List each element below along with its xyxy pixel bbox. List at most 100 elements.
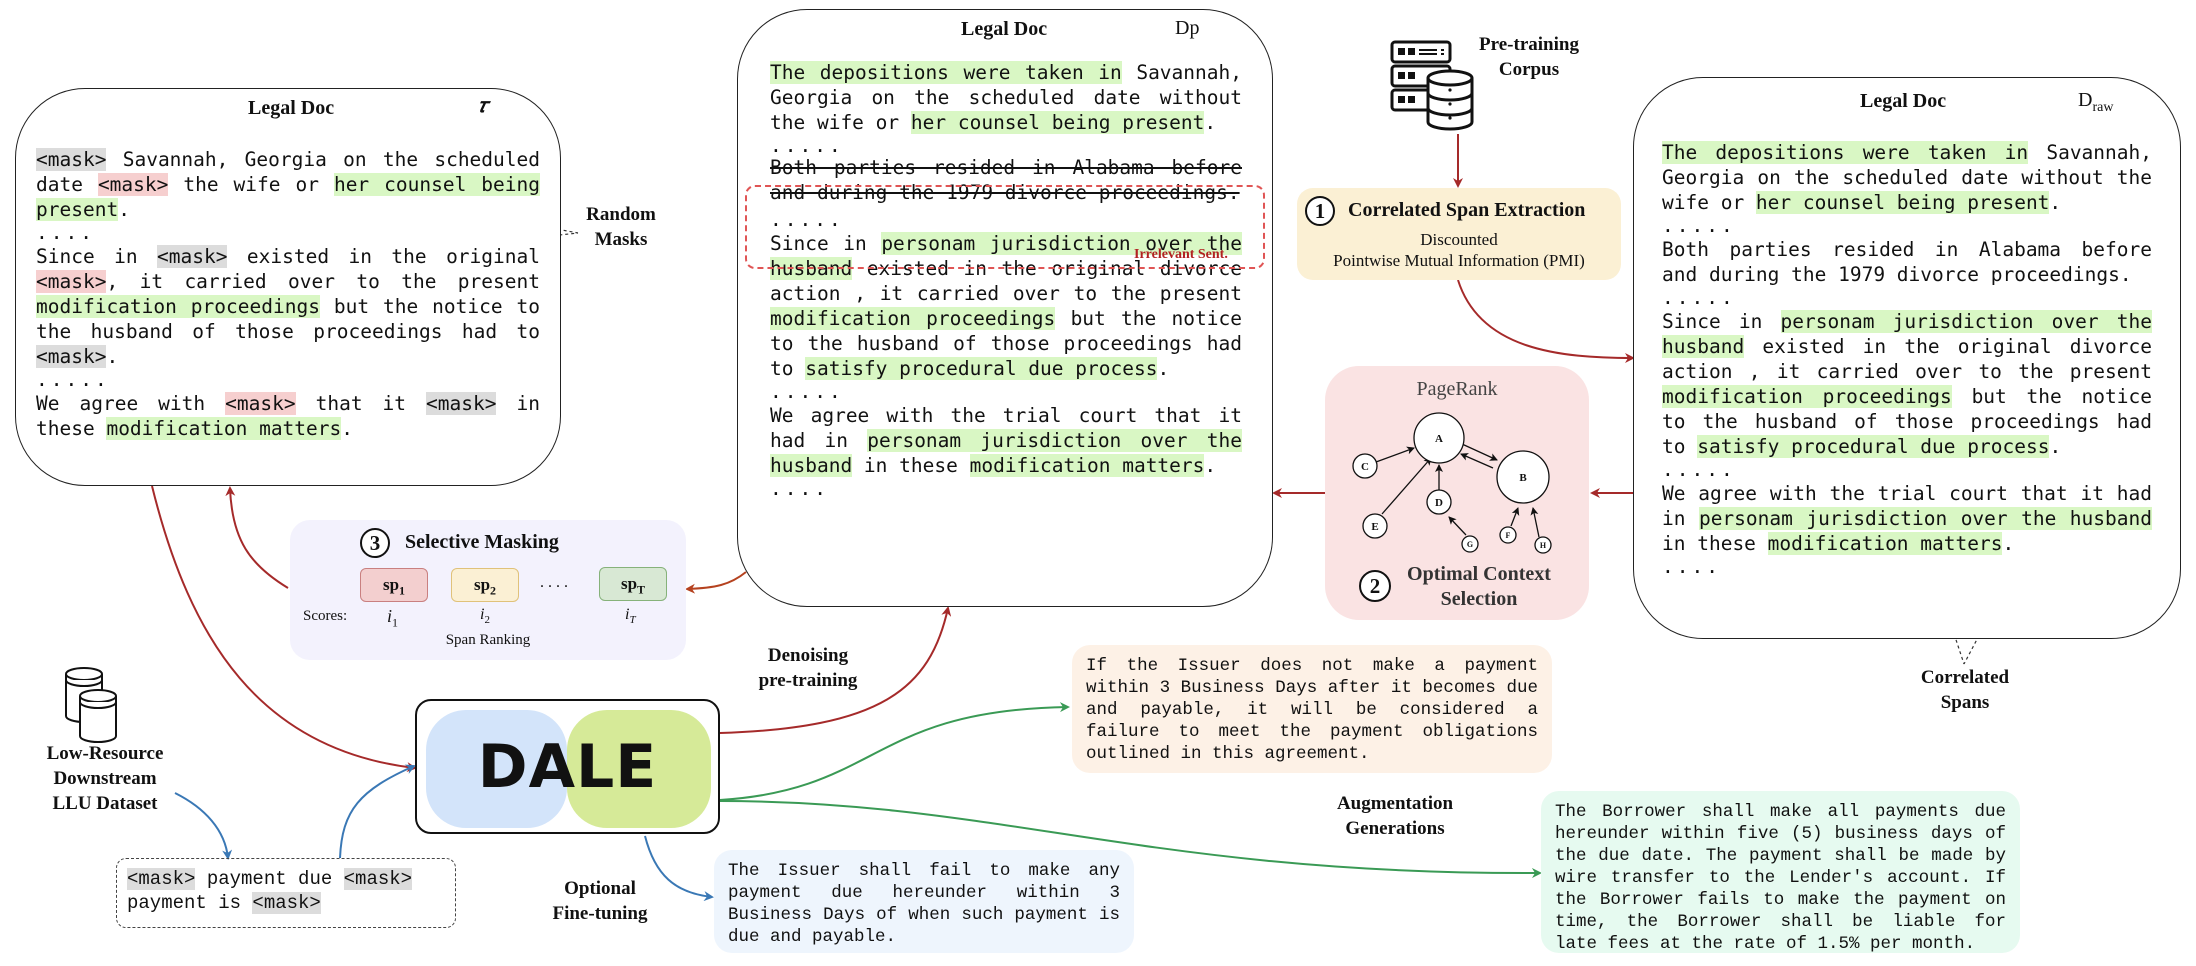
raw-doc-ellipsis: ..... — [1662, 286, 1736, 309]
pruned-doc-body: The depositions were taken in Savannah, … — [770, 60, 1242, 500]
text-run: . — [1204, 454, 1217, 477]
graph-node-label-c: C — [1361, 461, 1369, 473]
generation-box-3: The Borrower shall make all payments due… — [1541, 791, 2020, 954]
arrow-dale-to-generation-1 — [719, 702, 1070, 801]
optimal-context-selection-panel: PageRank A B C D E F G H 2 Optimal Conte… — [1325, 366, 1589, 620]
graph-edge-a-b — [1461, 443, 1498, 461]
graph-node-label-f: F — [1506, 531, 1511, 540]
graph-node-label-d: D — [1435, 497, 1443, 509]
text-run: . — [118, 198, 130, 221]
span-chip-1: sp1 — [360, 568, 428, 602]
masked-doc-title: Legal Doc — [248, 97, 335, 119]
text-run: . — [106, 345, 119, 368]
span-ranking-caption: Span Ranking — [445, 632, 531, 648]
graph-node-label-h: H — [1540, 541, 1547, 550]
text-run: existed in the original — [227, 245, 540, 268]
text-run: in these — [852, 454, 970, 477]
graph-edge-e-a — [1381, 457, 1432, 515]
masked-doc-para-2: Since in <mask> existed in the original … — [36, 244, 540, 369]
mask-token-random: <mask> — [97, 173, 169, 196]
pruned-legal-doc: Legal Doc Dp The depositions were taken … — [737, 9, 1273, 607]
graph-node-label-b: B — [1519, 472, 1527, 484]
masked-doc-para-3: We agree with <mask> that it <mask> in t… — [36, 391, 540, 441]
masked-doc-body: <mask> Savannah, Georgia on the schedule… — [36, 147, 540, 441]
raw-doc-title: Legal Doc — [1860, 90, 1947, 112]
graph-node-label-e: E — [1371, 521, 1378, 533]
mask-token: <mask> — [127, 868, 196, 890]
mask-token: <mask> — [426, 392, 497, 415]
dale-label: DALE — [477, 732, 658, 802]
raw-doc-ellipsis: ..... — [1662, 214, 1736, 237]
denoising-pretraining-label: Denoising pre-training — [758, 645, 858, 691]
highlighted-span: modification matters — [969, 454, 1205, 477]
arrow-masked-example-to-dale — [339, 764, 416, 859]
graph-edge-h-b — [1530, 507, 1540, 538]
arrow-pruned-doc-to-masking — [685, 571, 747, 594]
text-run: that it — [295, 392, 427, 415]
pagerank-title: PageRank — [1416, 378, 1498, 400]
masked-legal-doc: Legal Doc 𝜏 <mask> Savannah, Georgia on … — [15, 88, 561, 486]
text-run: . — [341, 417, 354, 440]
pruned-doc-para-3: We agree with the trial court that it ha… — [770, 403, 1242, 478]
highlighted-span: modification proceedings — [770, 307, 1056, 330]
step-2-title: Optimal Context Selection — [1407, 563, 1551, 610]
step-1-subtitle-2: Pointwise Mutual Information (PMI) — [1333, 251, 1585, 270]
correlated-span-extraction-panel: 1 Correlated Span Extraction Discounted … — [1297, 188, 1621, 280]
masked-example-text: <mask> payment due <mask> payment is <ma… — [127, 867, 445, 915]
text-run: We agree with — [36, 392, 226, 415]
augmentation-generations-label: Augmentation Generations — [1336, 793, 1454, 839]
raw-doc-para-2: Since in personam jurisdiction over the … — [1662, 309, 2152, 459]
step-3-number: 3 — [360, 528, 390, 558]
text-run: . — [2049, 435, 2062, 458]
text-run: payment due — [195, 868, 344, 890]
optional-finetuning-label: Optional Fine-tuning — [552, 878, 648, 924]
text-run: . — [2002, 532, 2015, 555]
raw-doc-ellipsis: .... — [1662, 555, 1721, 578]
text-run: payment is — [127, 892, 253, 914]
span-score-1: i1 — [387, 606, 399, 630]
highlighted-span: The depositions were taken in — [1662, 141, 2029, 164]
masked-example-box: <mask> payment due <mask> payment is <ma… — [116, 858, 456, 928]
masked-doc-symbol: 𝜏 — [478, 95, 488, 117]
text-run: Since in — [36, 245, 158, 268]
highlighted-span: satisfy procedural due process — [1697, 435, 2050, 458]
masked-doc-para-1: <mask> Savannah, Georgia on the schedule… — [36, 147, 540, 222]
pruned-doc-ellipsis: ..... — [770, 380, 844, 403]
generation-text-3: The Borrower shall make all payments due… — [1555, 802, 2006, 954]
mask-token: <mask> — [252, 892, 321, 914]
step-3-title: Selective Masking — [405, 530, 559, 553]
highlighted-span: modification matters — [1767, 532, 2003, 555]
highlighted-span: her counsel being present — [910, 111, 1205, 134]
mask-token: <mask> — [343, 868, 413, 890]
span-score-t: iT — [625, 606, 636, 627]
generation-text-1: If the Issuer does not make a payment wi… — [1086, 656, 1538, 764]
highlighted-span: modification proceedings — [1662, 385, 1952, 408]
step-1-title: Correlated Span Extraction — [1348, 198, 1586, 221]
graph-edge-c-a — [1375, 446, 1415, 463]
raw-doc-body: The depositions were taken in Savannah, … — [1662, 140, 2152, 578]
raw-doc-irrelevant-para: Both parties resided in Alabama before a… — [1662, 238, 2152, 286]
text-run: . — [1204, 111, 1217, 134]
highlighted-span: satisfy procedural due process — [805, 357, 1158, 380]
pruned-doc-symbol: Dp — [1175, 17, 1200, 39]
low-resource-dataset-label: Low-Resource Downstream LLU Dataset — [46, 743, 164, 814]
pruned-doc-title: Legal Doc — [961, 18, 1048, 40]
text-run: Since in — [1662, 310, 1781, 333]
finetuning-output-box: The Issuer shall fail to make any paymen… — [714, 850, 1134, 953]
pretraining-corpus-label: Pre-training Corpus — [1479, 34, 1579, 80]
raw-doc-para-1: The depositions were taken in Savannah, … — [1662, 140, 2152, 215]
graph-edge-g-d — [1448, 516, 1467, 536]
text-run: the wife or — [168, 173, 334, 196]
step-2-number: 2 — [1359, 570, 1391, 602]
pruned-doc-ellipsis: ..... — [770, 134, 844, 157]
masked-doc-ellipsis: ..... — [36, 368, 110, 391]
span-ellipsis: . . . . — [540, 574, 568, 591]
mask-token: <mask> — [36, 345, 107, 368]
text-run: . — [1157, 357, 1170, 380]
raw-doc-symbol: Draw — [2078, 89, 2114, 115]
text-run: , it carried over to the present — [106, 270, 540, 293]
generation-text-2: The Issuer shall fail to make any paymen… — [728, 861, 1120, 947]
correlated-spans-label: Correlated Spans — [1920, 667, 2010, 713]
dale-model: DALE — [415, 699, 720, 834]
masked-doc-ellipsis: .... — [36, 221, 95, 244]
